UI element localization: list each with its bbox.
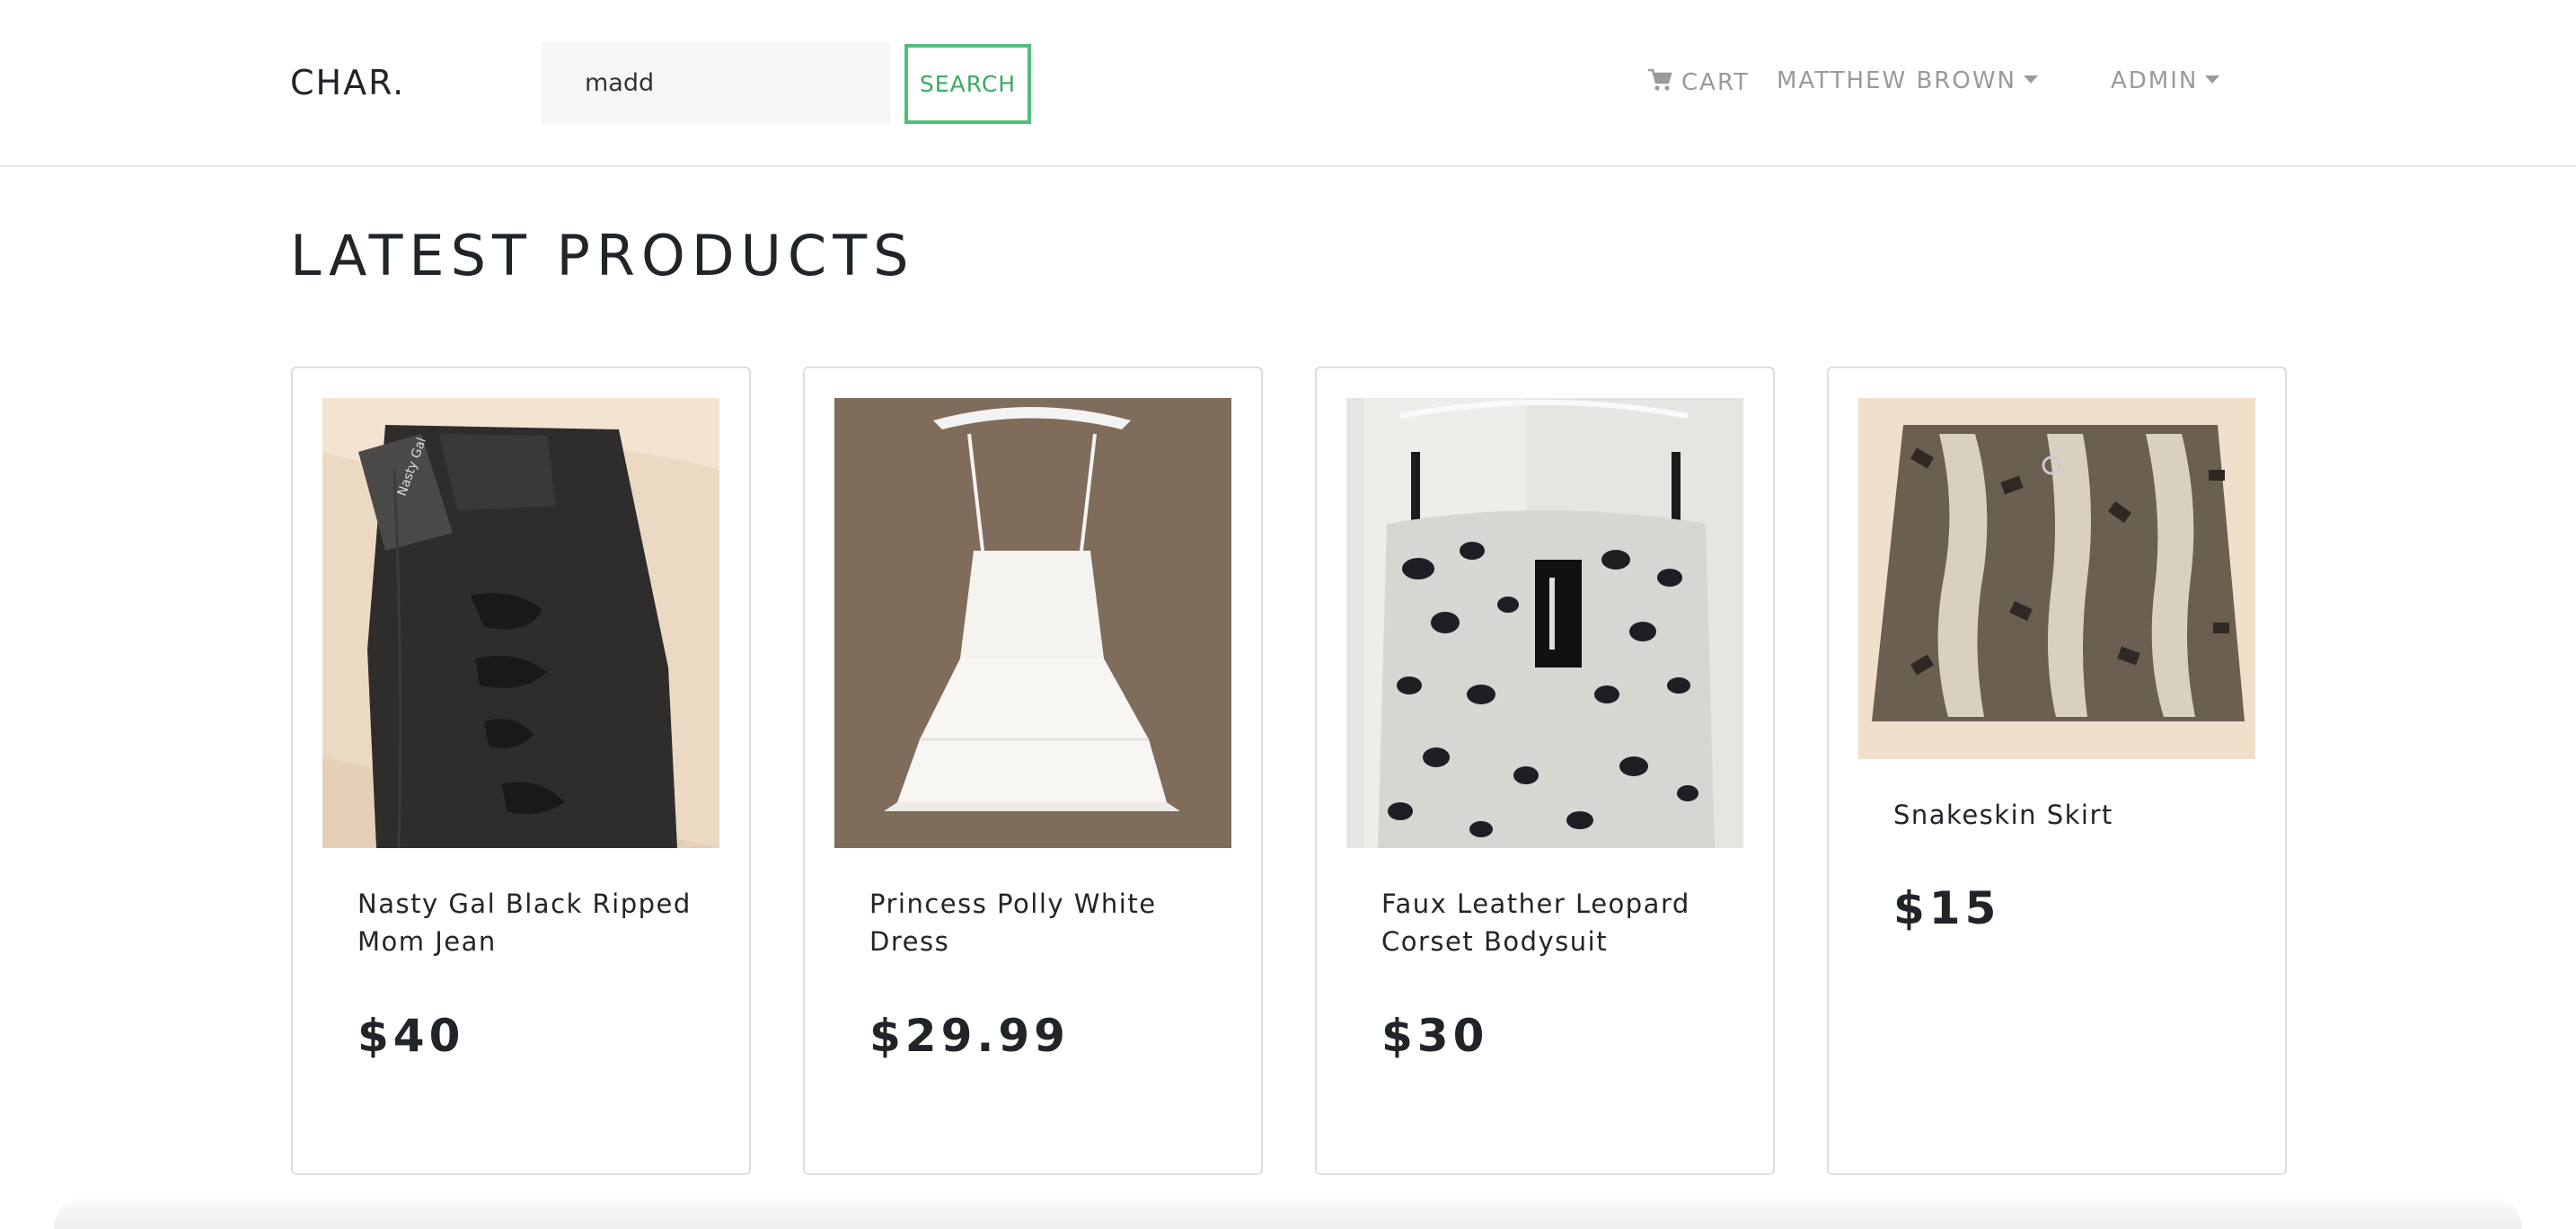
product-card[interactable]: Snakeskin Skirt $15 — [1827, 367, 2287, 1175]
brand-logo[interactable]: CHAR. — [290, 63, 405, 102]
caret-down-icon — [2205, 75, 2220, 84]
page-title: LATEST PRODUCTS — [290, 223, 915, 288]
admin-menu-label: ADMIN — [2111, 67, 2199, 94]
product-name[interactable]: Nasty Gal Black Ripped Mom Jean — [357, 885, 699, 960]
product-card[interactable]: Princess Polly White Dress $29.99 — [803, 367, 1263, 1175]
product-price: $30 — [1381, 1010, 1489, 1062]
product-name[interactable]: Princess Polly White Dress — [869, 885, 1211, 960]
product-name[interactable]: Faux Leather Leopard Corset Bodysuit — [1381, 885, 1723, 960]
nav-cart-link[interactable]: CART — [1647, 67, 1750, 96]
admin-menu-toggle[interactable]: ADMIN — [2111, 67, 2220, 94]
product-card[interactable]: Nasty Gal Nasty Gal Black Ripped Mom Jea… — [291, 367, 751, 1175]
caret-down-icon — [2023, 75, 2038, 84]
product-name[interactable]: Snakeskin Skirt — [1893, 796, 2235, 834]
footer-shadow — [54, 1193, 2522, 1229]
product-image[interactable] — [1858, 398, 2255, 759]
product-image[interactable]: Nasty Gal — [322, 398, 719, 848]
product-price: $40 — [357, 1010, 465, 1062]
product-image[interactable] — [1346, 398, 1743, 848]
user-menu-toggle[interactable]: MATTHEW BROWN — [1777, 67, 2038, 94]
nav-cart-label: CART — [1681, 69, 1750, 96]
user-menu-label: MATTHEW BROWN — [1777, 67, 2016, 94]
product-card[interactable]: Faux Leather Leopard Corset Bodysuit $30 — [1315, 367, 1775, 1175]
cart-icon — [1647, 67, 1672, 93]
navbar: CHAR. SEARCH CART MATTHEW BROWN ADMIN — [0, 0, 2576, 167]
search-button[interactable]: SEARCH — [904, 44, 1031, 124]
product-price: $15 — [1893, 882, 2001, 934]
product-image[interactable] — [834, 398, 1231, 848]
search-input[interactable] — [542, 42, 890, 123]
product-price: $29.99 — [869, 1010, 1070, 1062]
